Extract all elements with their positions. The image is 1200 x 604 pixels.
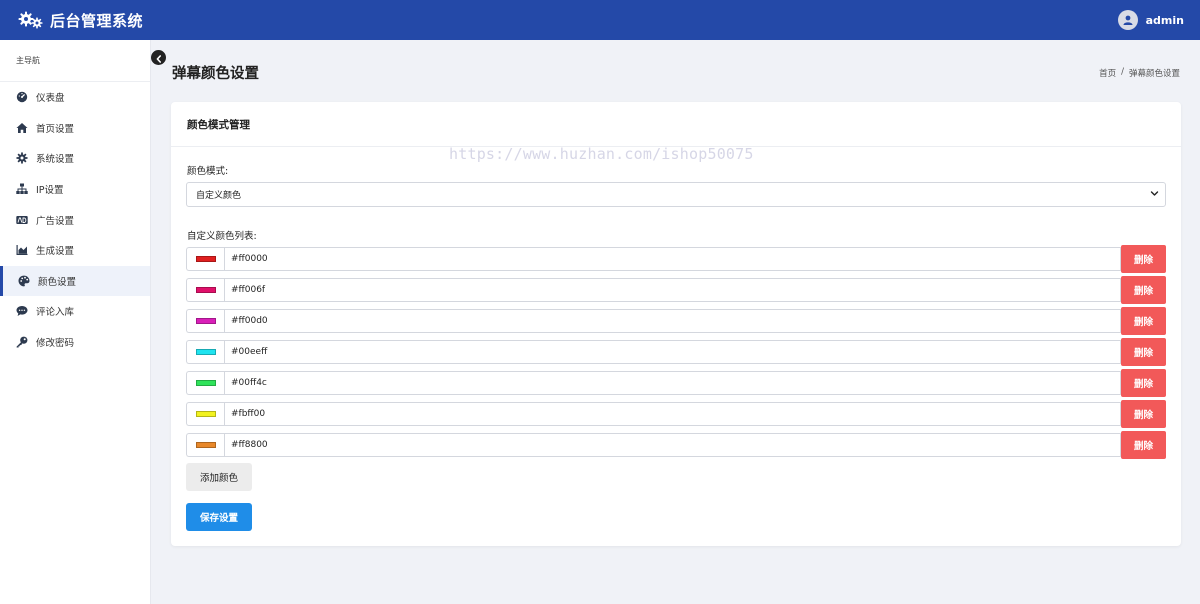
sidebar: 主导航 仪表盘 首页设置 系统设置 IP设置 广告设置 生成设置 颜色设置 评论… — [0, 40, 151, 604]
sidebar-item-label: 首页设置 — [36, 123, 75, 135]
key-icon — [16, 336, 28, 348]
user-avatar-icon — [1117, 10, 1138, 30]
delete-color-button[interactable]: 删除 — [1121, 276, 1166, 304]
color-mode-value: 自定义颜色 — [196, 191, 242, 201]
brand[interactable]: 后台管理系统 — [18, 10, 143, 31]
sidebar-item-system-settings[interactable]: 系统设置 — [0, 143, 150, 174]
delete-color-button[interactable]: 删除 — [1121, 245, 1166, 273]
color-hex-input[interactable]: #ff00d0 — [224, 309, 1121, 333]
color-mode-label: 颜色模式: — [187, 166, 229, 177]
color-list-label: 自定义颜色列表: — [187, 231, 257, 242]
color-mode-select[interactable]: 自定义颜色 — [186, 182, 1166, 207]
sidebar-item-label: 生成设置 — [36, 246, 75, 258]
color-swatch — [195, 442, 216, 448]
sidebar-item-change-password[interactable]: 修改密码 — [0, 327, 150, 358]
sidebar-item-color-settings[interactable]: 颜色设置 — [0, 265, 150, 297]
user-menu[interactable]: admin — [1117, 10, 1184, 30]
color-mode-card: 颜色模式管理 https://www.huzhan.com/ishop50075… — [171, 102, 1181, 546]
network-icon — [16, 183, 28, 195]
sidebar-item-ip-settings[interactable]: IP设置 — [0, 174, 150, 205]
color-swatch — [195, 287, 216, 293]
save-settings-button[interactable]: 保存设置 — [186, 503, 252, 531]
sidebar-item-comment-import[interactable]: 评论入库 — [0, 296, 150, 327]
color-hex-input[interactable]: #00ff4c — [224, 371, 1121, 395]
home-icon — [16, 122, 28, 134]
sidebar-item-label: 系统设置 — [36, 154, 75, 166]
color-hex-input[interactable]: #ff0000 — [224, 247, 1121, 271]
color-row: #ff8800 删除 — [186, 431, 1166, 459]
username: admin — [1145, 13, 1184, 27]
color-hex-input[interactable]: #ff006f — [224, 278, 1121, 302]
gear-icon — [16, 152, 28, 165]
color-picker[interactable] — [186, 433, 224, 457]
delete-color-button[interactable]: 删除 — [1121, 369, 1166, 397]
color-row: #00ff4c 删除 — [186, 369, 1166, 397]
color-row: #ff00d0 删除 — [186, 307, 1166, 335]
sidebar-item-dashboard[interactable]: 仪表盘 — [0, 82, 150, 113]
dashboard-icon — [16, 91, 28, 103]
color-hex-input[interactable]: #fbff00 — [224, 402, 1121, 426]
color-hex-input[interactable]: #ff8800 — [224, 433, 1121, 457]
sidebar-item-generate-settings[interactable]: 生成设置 — [0, 235, 150, 266]
color-swatch — [195, 349, 216, 355]
delete-color-button[interactable]: 删除 — [1121, 400, 1166, 428]
watermark-text: https://www.huzhan.com/ishop50075 — [449, 145, 754, 163]
color-swatch — [195, 256, 216, 262]
breadcrumb-separator: / — [1121, 67, 1124, 77]
color-picker[interactable] — [186, 278, 224, 302]
gears-icon — [18, 11, 44, 29]
chevron-down-icon — [1150, 189, 1159, 201]
sidebar-heading: 主导航 — [0, 40, 150, 82]
color-row: #00eeff 删除 — [186, 338, 1166, 366]
chart-icon — [16, 244, 28, 256]
color-picker[interactable] — [186, 309, 224, 333]
ad-icon — [16, 214, 28, 226]
delete-color-button[interactable]: 删除 — [1121, 431, 1166, 459]
color-swatch — [195, 411, 216, 417]
delete-color-button[interactable]: 删除 — [1121, 338, 1166, 366]
top-header: 后台管理系统 admin — [0, 0, 1200, 40]
comment-icon — [16, 305, 28, 317]
sidebar-collapse-button[interactable] — [151, 50, 166, 65]
color-picker[interactable] — [186, 340, 224, 364]
delete-color-button[interactable]: 删除 — [1121, 307, 1166, 335]
card-title: 颜色模式管理 — [171, 102, 1181, 147]
sidebar-item-home-settings[interactable]: 首页设置 — [0, 113, 150, 144]
page-title: 弹幕颜色设置 — [172, 66, 259, 82]
add-color-button[interactable]: 添加颜色 — [186, 463, 252, 491]
sidebar-item-label: 评论入库 — [36, 307, 75, 319]
color-row: #ff006f 删除 — [186, 276, 1166, 304]
sidebar-item-label: 广告设置 — [36, 215, 75, 227]
breadcrumb: 首页 / 弹幕颜色设置 — [1099, 67, 1180, 79]
color-row: #fbff00 删除 — [186, 400, 1166, 428]
sidebar-item-label: IP设置 — [36, 185, 64, 197]
breadcrumb-home-link[interactable]: 首页 — [1099, 67, 1116, 79]
color-row: #ff0000 删除 — [186, 245, 1166, 273]
sidebar-item-ad-settings[interactable]: 广告设置 — [0, 204, 150, 235]
sidebar-item-label: 修改密码 — [36, 338, 75, 350]
color-picker[interactable] — [186, 371, 224, 395]
color-picker[interactable] — [186, 247, 224, 271]
color-swatch — [195, 318, 216, 324]
chevron-left-icon — [155, 48, 163, 67]
color-swatch — [195, 380, 216, 386]
color-picker[interactable] — [186, 402, 224, 426]
palette-icon — [18, 275, 30, 287]
sidebar-item-label: 颜色设置 — [38, 276, 77, 288]
sidebar-item-label: 仪表盘 — [36, 93, 65, 105]
app-title: 后台管理系统 — [50, 11, 144, 30]
breadcrumb-current: 弹幕颜色设置 — [1128, 69, 1180, 79]
color-hex-input[interactable]: #00eeff — [224, 340, 1121, 364]
